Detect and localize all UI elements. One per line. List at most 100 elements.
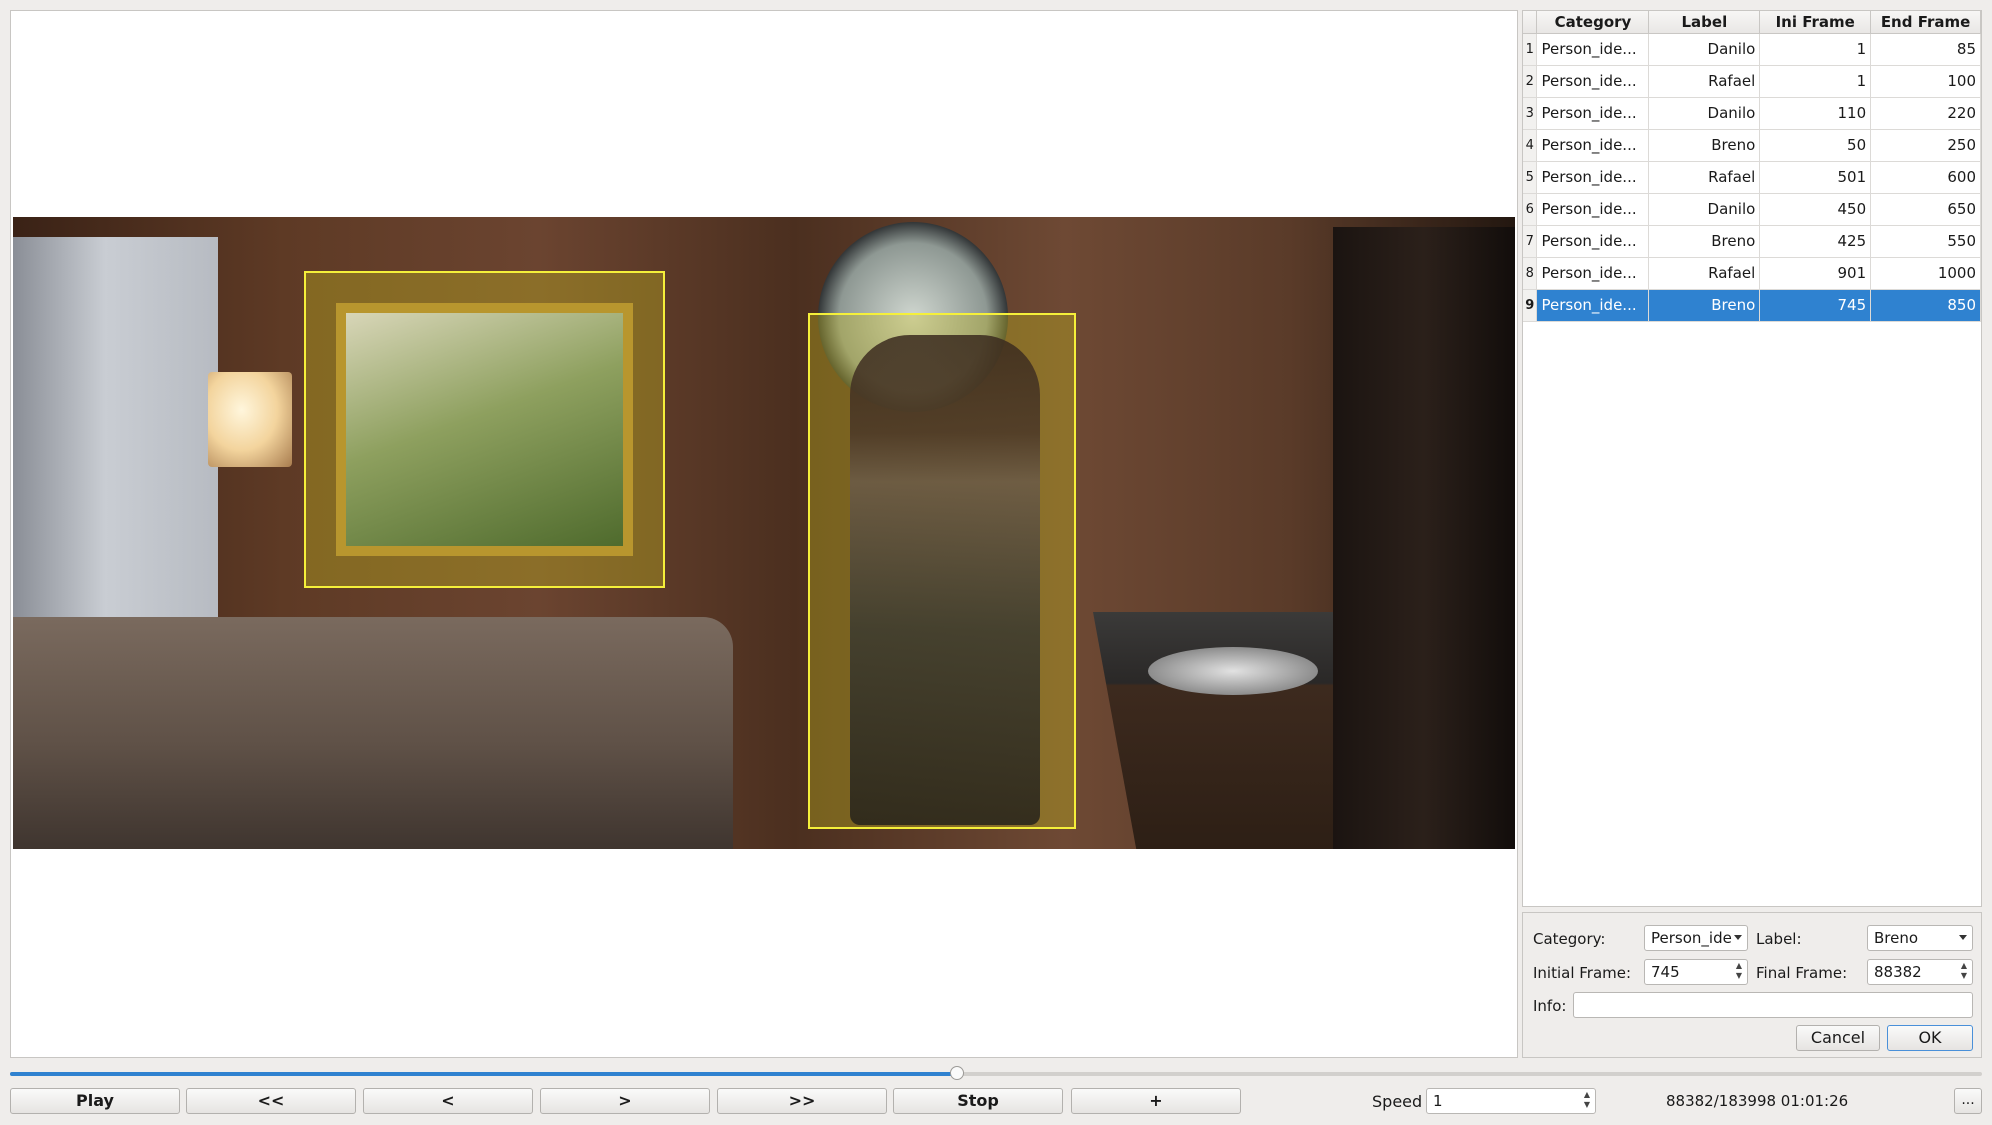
- cell-ini-frame[interactable]: 450: [1759, 193, 1872, 226]
- corner-header[interactable]: [1523, 11, 1538, 34]
- cell-category[interactable]: Person_ide...: [1536, 225, 1650, 258]
- info-label: Info:: [1533, 997, 1567, 1015]
- cell-end-frame[interactable]: 850: [1870, 289, 1981, 322]
- table-row[interactable]: 1 Person_ide... Danilo 1 85: [1523, 33, 1981, 66]
- bounding-box-painting[interactable]: [304, 271, 665, 588]
- label-select[interactable]: Breno: [1867, 925, 1973, 951]
- initial-frame-stepper[interactable]: 745 ▲ ▼: [1644, 959, 1748, 985]
- cell-label[interactable]: Rafael: [1648, 65, 1761, 98]
- spin-arrows-icon[interactable]: ▲ ▼: [1581, 1090, 1593, 1112]
- cancel-button[interactable]: Cancel: [1796, 1025, 1880, 1051]
- category-select[interactable]: Person_ide: [1644, 925, 1748, 951]
- category-label: Category:: [1533, 930, 1606, 948]
- seek-slider-handle[interactable]: [950, 1066, 965, 1080]
- table-row[interactable]: 4 Person_ide... Breno 50 250: [1523, 129, 1981, 162]
- header-ini-frame[interactable]: Ini Frame: [1759, 11, 1872, 34]
- row-index[interactable]: 8: [1523, 257, 1538, 290]
- cell-ini-frame[interactable]: 110: [1759, 97, 1872, 130]
- cell-category[interactable]: Person_ide...: [1536, 289, 1650, 322]
- header-label[interactable]: Label: [1648, 11, 1761, 34]
- row-index[interactable]: 2: [1523, 65, 1538, 98]
- speed-value: 1: [1433, 1092, 1443, 1110]
- table-header-row: Category Label Ini Frame End Frame: [1523, 11, 1981, 34]
- row-index[interactable]: 7: [1523, 225, 1538, 258]
- row-index[interactable]: 1: [1523, 33, 1538, 66]
- row-index[interactable]: 5: [1523, 161, 1538, 194]
- chevron-down-icon: [1734, 935, 1742, 940]
- cell-category[interactable]: Person_ide...: [1536, 161, 1650, 194]
- cell-ini-frame[interactable]: 50: [1759, 129, 1872, 162]
- cell-end-frame[interactable]: 220: [1870, 97, 1981, 130]
- cell-ini-frame[interactable]: 1: [1759, 65, 1872, 98]
- previous-frame-button[interactable]: <: [363, 1088, 533, 1114]
- header-end-frame[interactable]: End Frame: [1870, 11, 1981, 34]
- cell-end-frame[interactable]: 600: [1870, 161, 1981, 194]
- cell-label[interactable]: Breno: [1648, 289, 1761, 322]
- cell-label[interactable]: Danilo: [1648, 97, 1761, 130]
- cell-end-frame[interactable]: 85: [1870, 33, 1981, 66]
- rewind-button[interactable]: <<: [186, 1088, 356, 1114]
- cell-ini-frame[interactable]: 1: [1759, 33, 1872, 66]
- info-field[interactable]: [1573, 992, 1973, 1018]
- scene-sink: [1148, 647, 1318, 695]
- row-index[interactable]: 4: [1523, 129, 1538, 162]
- cell-category[interactable]: Person_ide...: [1536, 193, 1650, 226]
- cell-end-frame[interactable]: 250: [1870, 129, 1981, 162]
- spin-arrows-icon[interactable]: ▲ ▼: [1733, 961, 1745, 983]
- cell-end-frame[interactable]: 100: [1870, 65, 1981, 98]
- scene-fridge: [1333, 227, 1515, 849]
- more-options-button[interactable]: ...: [1954, 1088, 1982, 1114]
- table-row[interactable]: 6 Person_ide... Danilo 450 650: [1523, 193, 1981, 226]
- annotation-form: Category: Person_ide Label: Breno Initia…: [1522, 912, 1982, 1058]
- cell-ini-frame[interactable]: 425: [1759, 225, 1872, 258]
- cell-label[interactable]: Rafael: [1648, 257, 1761, 290]
- table-row[interactable]: 3 Person_ide... Danilo 110 220: [1523, 97, 1981, 130]
- stop-button[interactable]: Stop: [893, 1088, 1063, 1114]
- seek-slider[interactable]: [10, 1066, 1982, 1080]
- video-frame[interactable]: [13, 217, 1515, 849]
- cell-label[interactable]: Breno: [1648, 129, 1761, 162]
- bounding-box-person[interactable]: [808, 313, 1076, 829]
- cell-category[interactable]: Person_ide...: [1536, 65, 1650, 98]
- speed-label: Speed: [1372, 1092, 1423, 1111]
- add-annotation-button[interactable]: +: [1071, 1088, 1241, 1114]
- seek-slider-fill: [10, 1072, 958, 1076]
- speed-stepper[interactable]: 1 ▲ ▼: [1426, 1088, 1596, 1114]
- fast-forward-button[interactable]: >>: [717, 1088, 887, 1114]
- cell-category[interactable]: Person_ide...: [1536, 97, 1650, 130]
- cell-category[interactable]: Person_ide...: [1536, 257, 1650, 290]
- next-frame-button[interactable]: >: [540, 1088, 710, 1114]
- row-index[interactable]: 9: [1523, 289, 1538, 322]
- label-select-value: Breno: [1874, 929, 1919, 947]
- table-row[interactable]: 5 Person_ide... Rafael 501 600: [1523, 161, 1981, 194]
- play-button[interactable]: Play: [10, 1088, 180, 1114]
- table-row[interactable]: 7 Person_ide... Breno 425 550: [1523, 225, 1981, 258]
- table-row[interactable]: 8 Person_ide... Rafael 901 1000: [1523, 257, 1981, 290]
- cell-label[interactable]: Danilo: [1648, 33, 1761, 66]
- scene-sofa: [13, 617, 733, 849]
- cell-end-frame[interactable]: 550: [1870, 225, 1981, 258]
- cell-label[interactable]: Rafael: [1648, 161, 1761, 194]
- table-row[interactable]: 9 Person_ide... Breno 745 850: [1523, 289, 1981, 322]
- cell-label[interactable]: Breno: [1648, 225, 1761, 258]
- ok-button[interactable]: OK: [1887, 1025, 1973, 1051]
- cell-end-frame[interactable]: 1000: [1870, 257, 1981, 290]
- cell-label[interactable]: Danilo: [1648, 193, 1761, 226]
- label-label: Label:: [1756, 930, 1802, 948]
- cell-ini-frame[interactable]: 745: [1759, 289, 1872, 322]
- row-index[interactable]: 3: [1523, 97, 1538, 130]
- cell-end-frame[interactable]: 650: [1870, 193, 1981, 226]
- cell-category[interactable]: Person_ide...: [1536, 129, 1650, 162]
- category-select-value: Person_ide: [1651, 929, 1732, 947]
- header-category[interactable]: Category: [1536, 11, 1650, 34]
- table-row[interactable]: 2 Person_ide... Rafael 1 100: [1523, 65, 1981, 98]
- spin-arrows-icon[interactable]: ▲ ▼: [1958, 961, 1970, 983]
- chevron-down-icon: [1959, 935, 1967, 940]
- initial-frame-value: 745: [1651, 963, 1680, 981]
- row-index[interactable]: 6: [1523, 193, 1538, 226]
- final-frame-stepper[interactable]: 88382 ▲ ▼: [1867, 959, 1973, 985]
- annotation-grid: Category Label Ini Frame End Frame 1 Pers…: [1523, 11, 1981, 322]
- cell-ini-frame[interactable]: 901: [1759, 257, 1872, 290]
- cell-ini-frame[interactable]: 501: [1759, 161, 1872, 194]
- cell-category[interactable]: Person_ide...: [1536, 33, 1650, 66]
